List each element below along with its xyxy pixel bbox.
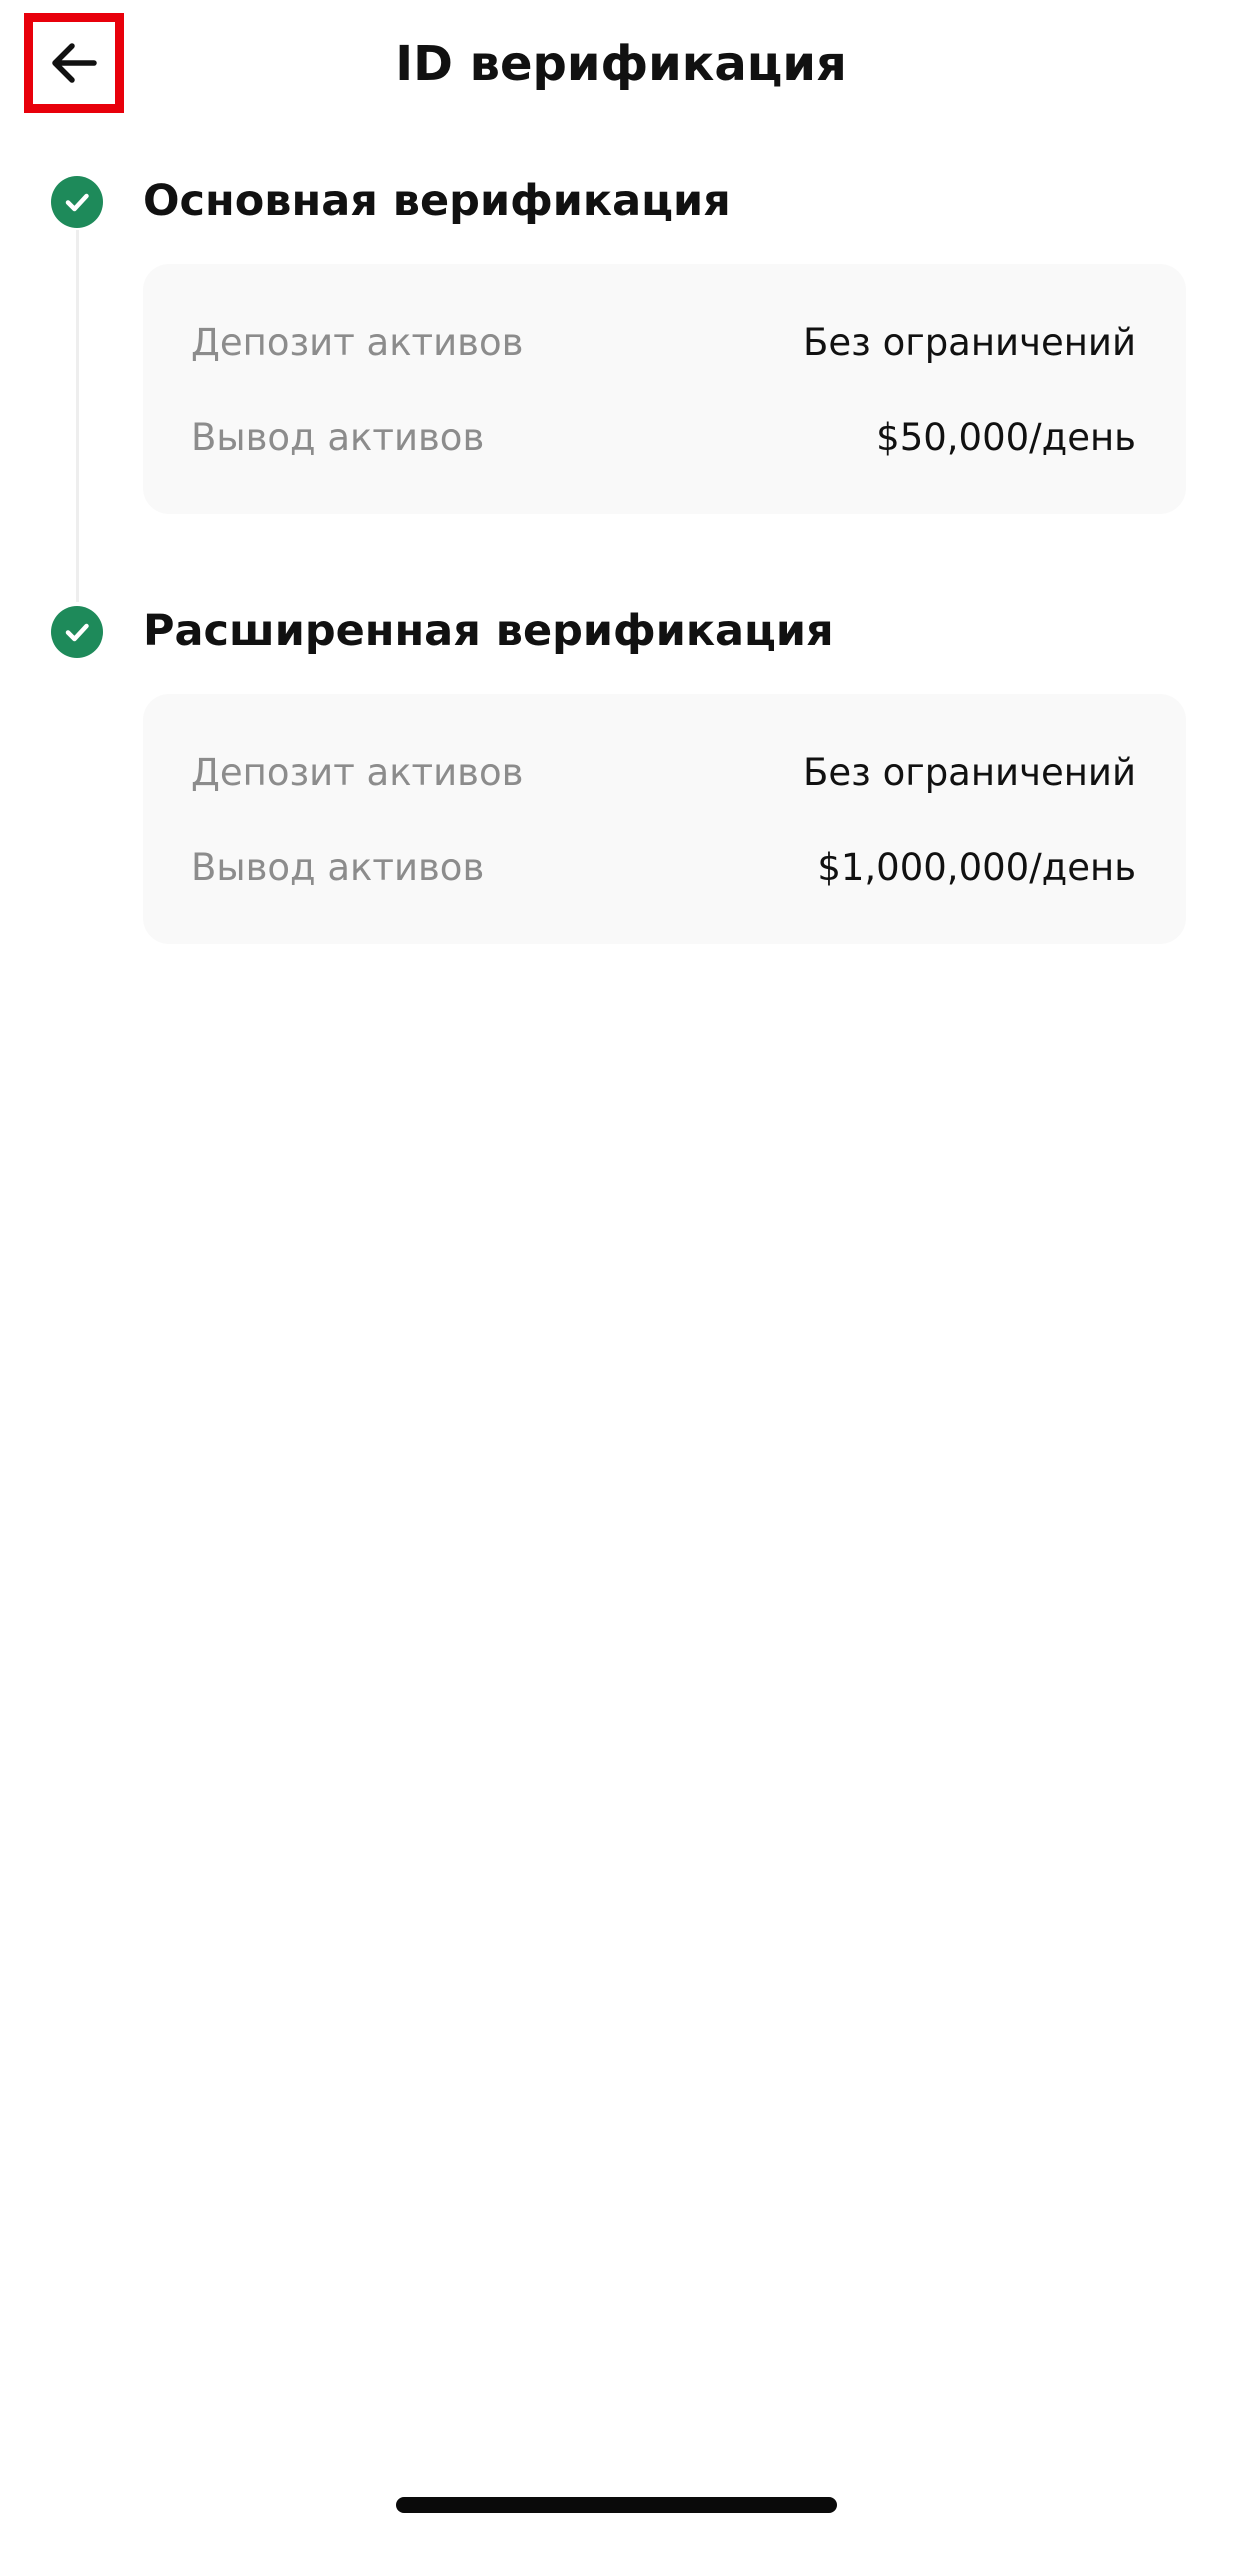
row-label: Вывод активов xyxy=(191,845,485,889)
page-title: ID верификация xyxy=(395,36,847,92)
page: ID верификация Основная верификация Депо… xyxy=(0,0,1242,2557)
row-value: $1,000,000/день xyxy=(817,845,1136,889)
row-label: Депозит активов xyxy=(191,320,524,364)
timeline-connector xyxy=(76,230,79,602)
row-value: Без ограничений xyxy=(803,320,1136,364)
row-label: Депозит активов xyxy=(191,750,524,794)
limit-row-deposit: Депозит активов Без ограничений xyxy=(191,314,1136,370)
row-value: $50,000/день xyxy=(876,415,1136,459)
check-icon xyxy=(51,606,103,658)
row-value: Без ограничений xyxy=(803,750,1136,794)
limit-row-withdrawal: Вывод активов $50,000/день xyxy=(191,409,1136,465)
header-bar: ID верификация xyxy=(0,0,1242,130)
step-title: Расширенная верификация xyxy=(143,606,834,656)
check-icon xyxy=(51,176,103,228)
limit-row-withdrawal: Вывод активов $1,000,000/день xyxy=(191,839,1136,895)
limits-card: Депозит активов Без ограничений Вывод ак… xyxy=(143,694,1186,944)
limit-row-deposit: Депозит активов Без ограничений xyxy=(191,744,1136,800)
row-label: Вывод активов xyxy=(191,415,485,459)
limits-card: Депозит активов Без ограничений Вывод ак… xyxy=(143,264,1186,514)
step-title: Основная верификация xyxy=(143,176,731,226)
home-indicator[interactable] xyxy=(396,2497,837,2513)
